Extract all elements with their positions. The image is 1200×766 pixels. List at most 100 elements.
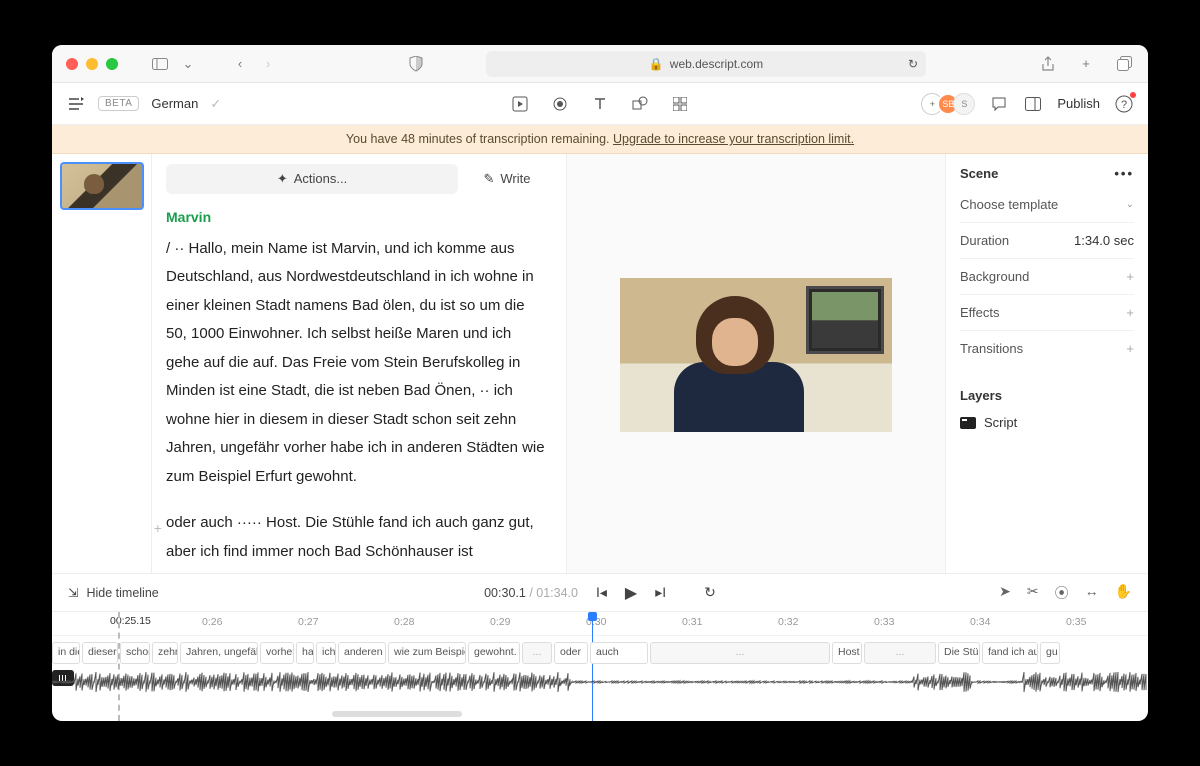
shield-icon[interactable]: [406, 54, 426, 74]
inspector-panel: Scene ••• Choose template ⌄ Duration 1:3…: [946, 154, 1148, 573]
word-clip[interactable]: Die Stü: [938, 642, 980, 664]
word-clip[interactable]: Host: [832, 642, 862, 664]
gap-clip[interactable]: ...: [522, 642, 552, 664]
appbar: BETA German ✓ + SB S Publish ?: [52, 83, 1148, 125]
paragraph-gutter[interactable]: / +: [152, 515, 162, 542]
background-label: Background: [960, 269, 1029, 284]
word-clip[interactable]: Jahren, ungefähr: [180, 642, 258, 664]
layer-item[interactable]: Script: [960, 409, 1134, 436]
range-tool-icon[interactable]: ↔: [1085, 583, 1099, 603]
hide-timeline-button[interactable]: ⇲ Hide timeline: [68, 585, 159, 600]
avatar-stack[interactable]: + SB S: [921, 93, 975, 115]
plus-icon[interactable]: +: [1126, 341, 1134, 356]
svg-text:?: ?: [1121, 99, 1127, 111]
waveform[interactable]: [52, 670, 1148, 694]
shapes-tool-icon[interactable]: [631, 95, 649, 113]
word-clip[interactable]: oder: [554, 642, 588, 664]
sync-status-icon: ✓: [210, 96, 221, 112]
actions-label: Actions...: [294, 167, 347, 192]
titlebar: ⌄ ‹ › 🔒 web.descript.com ↻ +: [52, 45, 1148, 83]
word-clip[interactable]: gu: [1040, 642, 1060, 664]
write-button[interactable]: ✎ Write: [466, 164, 548, 194]
clip-track[interactable]: in diedieserschonzehnJahren, ungefährvor…: [52, 642, 1148, 668]
zoom-window-icon[interactable]: [106, 58, 118, 70]
link-tool-icon[interactable]: ⦿: [1055, 583, 1069, 603]
word-clip[interactable]: in die: [52, 642, 80, 664]
scene-thumbnail[interactable]: [60, 162, 144, 210]
text-tool-icon[interactable]: [591, 95, 609, 113]
word-clip[interactable]: ha: [296, 642, 314, 664]
project-name[interactable]: German: [151, 96, 198, 111]
word-clip[interactable]: ich: [316, 642, 336, 664]
pointer-tool-icon[interactable]: ➤: [999, 583, 1011, 603]
video-frame[interactable]: [620, 278, 892, 432]
play-icon[interactable]: ▶: [625, 583, 637, 603]
transcript-text[interactable]: oder auch ····· Host. Die Stühle fand ic…: [166, 514, 534, 560]
horizontal-scrollbar[interactable]: [332, 711, 462, 717]
chevron-down-icon[interactable]: ⌄: [178, 54, 198, 74]
ruler-tick: 0:33: [874, 616, 894, 628]
close-window-icon[interactable]: [66, 58, 78, 70]
reload-icon[interactable]: ↻: [908, 57, 918, 71]
word-clip[interactable]: anderen S: [338, 642, 386, 664]
blade-tool-icon[interactable]: ✂: [1027, 583, 1039, 603]
record-tool-icon[interactable]: [551, 95, 569, 113]
skip-forward-icon[interactable]: ▸I: [655, 584, 666, 601]
hand-tool-icon[interactable]: ✋: [1115, 583, 1132, 603]
transitions-label: Transitions: [960, 341, 1023, 356]
transport-bar: ⇲ Hide timeline 00:30.1 / 01:34.0 I◂ ▶ ▸…: [52, 573, 1148, 611]
plus-icon[interactable]: +: [1126, 305, 1134, 320]
timeline-ruler[interactable]: 00:25.15 0:260:270:280:290:300:310:320:3…: [52, 612, 1148, 636]
gap-clip[interactable]: ...: [650, 642, 830, 664]
grid-tool-icon[interactable]: [671, 95, 689, 113]
outline-icon[interactable]: [66, 94, 86, 114]
background-row[interactable]: Background +: [960, 258, 1134, 294]
forward-icon[interactable]: ›: [258, 54, 278, 74]
help-icon[interactable]: ?: [1114, 94, 1134, 114]
plus-icon[interactable]: +: [1126, 269, 1134, 284]
duration-row: Duration 1:34.0 sec: [960, 222, 1134, 258]
hide-timeline-label: Hide timeline: [86, 586, 158, 600]
avatar[interactable]: S: [953, 93, 975, 115]
word-clip[interactable]: dieser: [82, 642, 118, 664]
word-clip[interactable]: schon: [120, 642, 150, 664]
new-tab-icon[interactable]: +: [1076, 54, 1096, 74]
beta-badge: BETA: [98, 96, 139, 111]
url-bar[interactable]: 🔒 web.descript.com ↻: [486, 51, 926, 77]
video-preview[interactable]: [566, 154, 946, 573]
more-icon[interactable]: •••: [1114, 166, 1134, 181]
timeline[interactable]: 00:25.15 0:260:270:280:290:300:310:320:3…: [52, 611, 1148, 721]
word-clip[interactable]: fand ich au: [982, 642, 1038, 664]
transcript-text[interactable]: / ·· Hallo, mein Name ist Marvin, und ic…: [166, 240, 545, 485]
share-icon[interactable]: [1038, 54, 1058, 74]
current-time: 00:30.1: [484, 586, 526, 600]
transitions-row[interactable]: Transitions +: [960, 330, 1134, 366]
back-icon[interactable]: ‹: [230, 54, 250, 74]
actions-button[interactable]: ✦ Actions...: [166, 164, 458, 194]
transcript-paragraph[interactable]: / + oder auch ····· Host. Die Stühle fan…: [166, 509, 548, 566]
ruler-tick: 0:34: [970, 616, 990, 628]
panel-toggle-icon[interactable]: [1023, 94, 1043, 114]
minimize-window-icon[interactable]: [86, 58, 98, 70]
template-selector[interactable]: Choose template ⌄: [960, 193, 1134, 222]
tabs-icon[interactable]: [1114, 54, 1134, 74]
loop-icon[interactable]: ↻: [704, 584, 716, 601]
play-tool-icon[interactable]: [511, 95, 529, 113]
transcript-paragraph[interactable]: / ·· Hallo, mein Name ist Marvin, und ic…: [166, 235, 548, 492]
comment-icon[interactable]: [989, 94, 1009, 114]
word-clip[interactable]: wie zum Beispiel: [388, 642, 466, 664]
sidebar-toggle-icon[interactable]: [150, 54, 170, 74]
speaker-label[interactable]: Marvin: [166, 204, 548, 231]
script-panel[interactable]: ✦ Actions... ✎ Write Marvin / ·· Hallo, …: [152, 154, 566, 573]
publish-button[interactable]: Publish: [1057, 96, 1100, 111]
ruler-tick: 0:27: [298, 616, 318, 628]
write-label: Write: [500, 167, 530, 192]
effects-row[interactable]: Effects +: [960, 294, 1134, 330]
word-clip[interactable]: vorher: [260, 642, 294, 664]
gap-clip[interactable]: ...: [864, 642, 936, 664]
word-clip[interactable]: auch: [590, 642, 648, 664]
word-clip[interactable]: zehn: [152, 642, 178, 664]
skip-back-icon[interactable]: I◂: [596, 584, 607, 601]
word-clip[interactable]: gewohnt.: [468, 642, 520, 664]
upgrade-link[interactable]: Upgrade to increase your transcription l…: [613, 132, 854, 146]
